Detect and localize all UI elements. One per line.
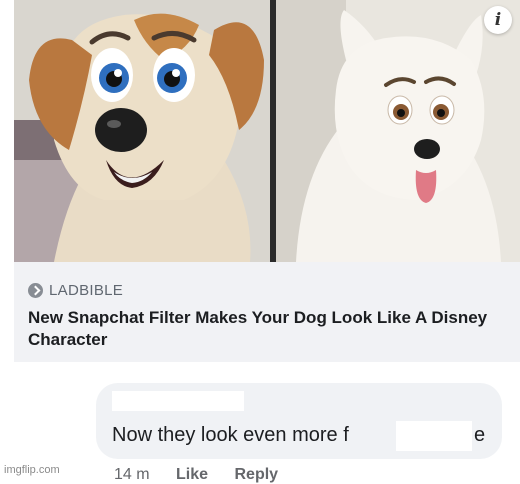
like-button[interactable]: Like — [176, 466, 208, 483]
redacted-author-name — [112, 391, 244, 411]
comment-timestamp: 14 m — [114, 466, 150, 483]
comment-bubble: Now they look even more f e — [96, 383, 502, 459]
watermark: imgflip.com — [4, 464, 60, 476]
post-image[interactable]: i — [14, 0, 520, 262]
redacted-word — [396, 421, 472, 451]
source-name: LADBIBLE — [49, 282, 124, 299]
info-glyph: i — [494, 10, 502, 30]
info-icon[interactable]: i — [484, 6, 512, 34]
cartoon-dog-face-icon — [276, 0, 520, 262]
link-preview-card[interactable]: LADBIBLE New Snapchat Filter Makes Your … — [14, 262, 520, 362]
reply-button[interactable]: Reply — [235, 466, 279, 483]
comment-text: Now they look even more f — [112, 424, 349, 446]
right-dog-photo — [276, 0, 520, 262]
source-arrow-icon — [28, 283, 43, 298]
link-headline[interactable]: New Snapchat Filter Makes Your Dog Look … — [28, 307, 508, 351]
screenshot: i LADBIBLE New Snapchat Filter Makes You… — [0, 0, 520, 483]
comment-actions: 14 m Like Reply — [114, 466, 300, 484]
left-dog-photo — [14, 0, 270, 262]
link-source: LADBIBLE — [28, 282, 123, 299]
comment-text-tail: e — [474, 424, 486, 446]
cartoon-dog-face-icon — [14, 0, 270, 262]
